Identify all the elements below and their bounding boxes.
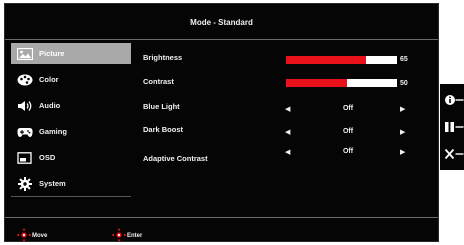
brightness-slider-fill <box>286 56 366 64</box>
exit-key[interactable] <box>444 146 464 166</box>
blue-light-right-arrow-icon[interactable]: ▶ <box>400 105 405 113</box>
osd-window-icon <box>11 147 39 168</box>
blue-light-label: Blue Light <box>143 102 180 111</box>
blue-light-left-arrow-icon[interactable]: ◀ <box>285 105 290 113</box>
dpad-move-icon <box>16 228 32 244</box>
sidebar-divider <box>11 196 131 197</box>
gamepad-icon <box>11 121 39 142</box>
pause-key[interactable] <box>444 119 464 139</box>
dark-boost-left-arrow-icon[interactable]: ◀ <box>285 128 290 136</box>
dark-boost-label: Dark Boost <box>143 125 184 134</box>
osd-menu: Mode - Standard Picture Color Audio Gami… <box>4 3 439 242</box>
dark-boost-value: Off <box>342 128 354 135</box>
contrast-slider-fill <box>286 79 348 87</box>
sidebar-item-label: Color <box>39 75 59 84</box>
close-x-icon <box>444 147 464 165</box>
mode-title: Mode - Standard <box>190 17 253 27</box>
info-key[interactable] <box>444 92 464 112</box>
speaker-icon <box>11 95 39 116</box>
info-icon <box>444 93 464 111</box>
sidebar-item-color[interactable]: Color <box>11 69 131 90</box>
contrast-value: 50 <box>400 80 408 87</box>
pause-bars-icon <box>444 120 464 138</box>
footer-enter-label: Enter <box>127 233 143 239</box>
footer-divider <box>5 217 438 218</box>
dark-boost-right-arrow-icon[interactable]: ▶ <box>400 128 405 136</box>
adaptive-contrast-value: Off <box>342 148 354 155</box>
sidebar-item-label: System <box>39 179 66 188</box>
sidebar-item-label: Audio <box>39 101 61 110</box>
adaptive-contrast-label: Adaptive Contrast <box>143 154 208 163</box>
gear-icon <box>11 173 39 194</box>
brightness-value: 65 <box>400 56 408 63</box>
sidebar-item-label: Gaming <box>39 127 67 136</box>
footer-move-label: Move <box>32 233 48 239</box>
header-divider <box>5 39 438 40</box>
footer-move: Move <box>16 228 47 244</box>
adaptive-contrast-right-arrow-icon[interactable]: ▶ <box>400 148 405 156</box>
dpad-enter-icon <box>111 228 127 244</box>
sidebar-item-system[interactable]: System <box>11 173 131 194</box>
color-palette-icon <box>11 69 39 90</box>
brightness-slider[interactable] <box>286 56 397 64</box>
sidebar-item-picture[interactable]: Picture <box>11 43 131 64</box>
sidebar-item-label: OSD <box>39 153 56 162</box>
contrast-label: Contrast <box>143 77 174 86</box>
sidebar-item-gaming[interactable]: Gaming <box>11 121 131 142</box>
adaptive-contrast-left-arrow-icon[interactable]: ◀ <box>285 148 290 156</box>
sidebar-item-audio[interactable]: Audio <box>11 95 131 116</box>
brightness-label: Brightness <box>143 53 183 62</box>
contrast-slider[interactable] <box>286 79 397 87</box>
sidebar-item-osd[interactable]: OSD <box>11 147 131 168</box>
blue-light-value: Off <box>342 105 354 112</box>
footer-enter: Enter <box>111 228 142 244</box>
sidebar-item-label: Picture <box>39 49 65 58</box>
picture-icon <box>11 43 39 64</box>
